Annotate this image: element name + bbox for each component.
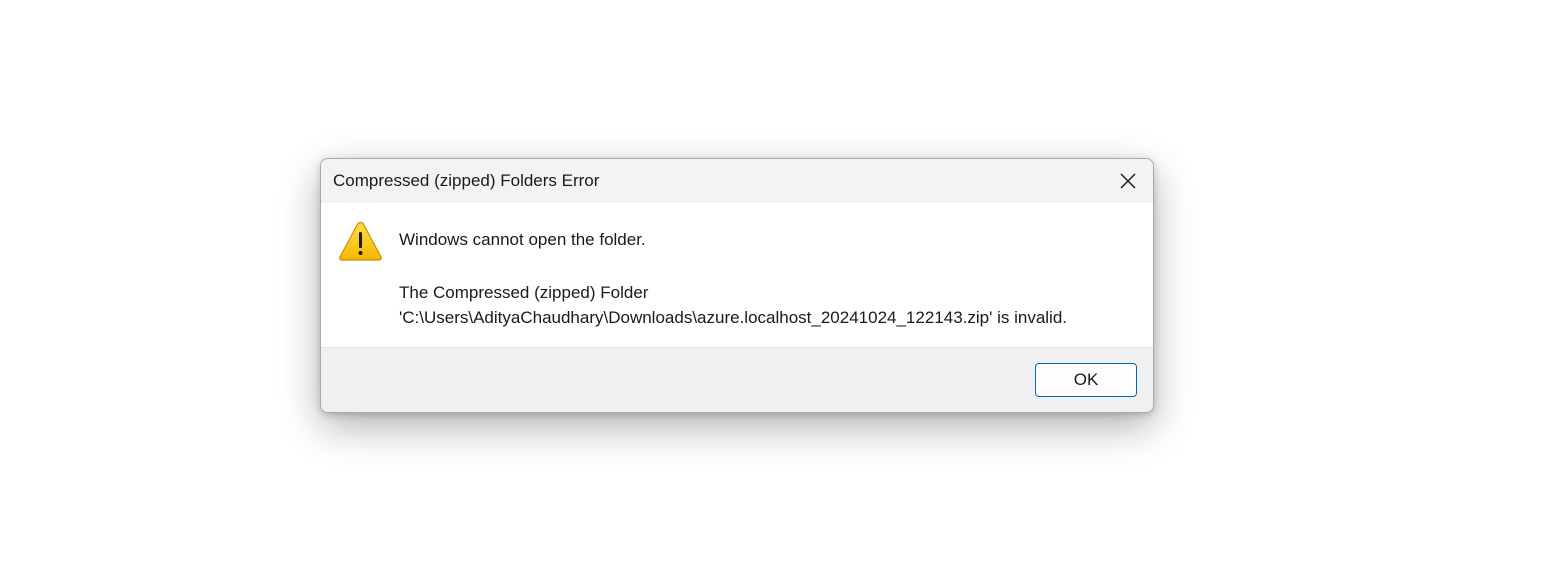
- ok-button[interactable]: OK: [1035, 363, 1137, 397]
- error-message: Windows cannot open the folder.: [399, 230, 646, 249]
- error-detail-line-1: The Compressed (zipped) Folder: [399, 283, 649, 302]
- close-button[interactable]: [1103, 159, 1153, 203]
- dialog-titlebar[interactable]: Compressed (zipped) Folders Error: [321, 159, 1153, 203]
- error-detail: The Compressed (zipped) Folder 'C:\Users…: [399, 280, 1067, 330]
- error-detail-line-2: 'C:\Users\AdityaChaudhary\Downloads\azur…: [399, 308, 1068, 327]
- dialog-footer: OK: [321, 347, 1153, 412]
- dialog-body: Windows cannot open the folder. The Comp…: [321, 203, 1153, 349]
- warning-icon: [339, 221, 382, 261]
- error-dialog: Compressed (zipped) Folders Error Window…: [320, 158, 1154, 413]
- dialog-title: Compressed (zipped) Folders Error: [333, 171, 600, 190]
- close-icon: [1120, 173, 1136, 189]
